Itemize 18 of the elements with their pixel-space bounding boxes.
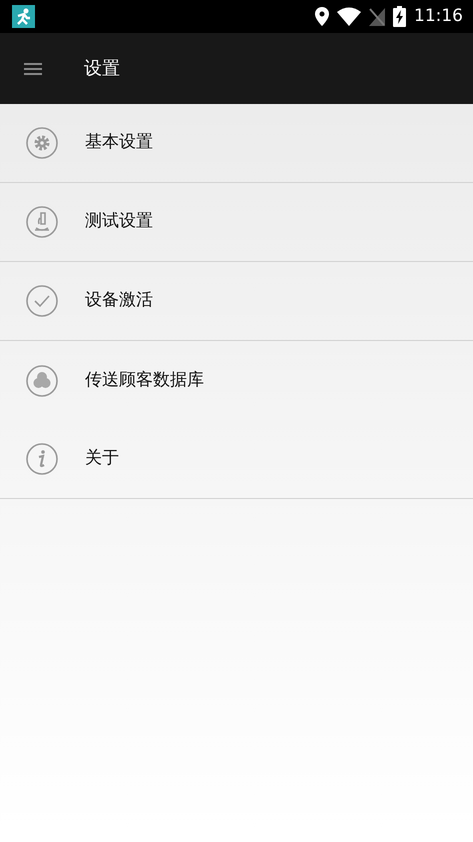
menu-item[interactable]: 测试设置	[0, 183, 473, 262]
menu-icon[interactable]	[24, 62, 42, 74]
menu-item[interactable]: 设备激活	[0, 262, 473, 341]
clock-time: 11:16	[414, 4, 463, 28]
menu-item[interactable]: 传送顾客数据库	[0, 341, 473, 420]
wifi-icon	[337, 7, 361, 26]
menu-item[interactable]: 基本设置	[0, 104, 473, 183]
circles-icon	[25, 364, 59, 398]
gear-icon	[25, 126, 59, 160]
app-icon	[12, 5, 35, 28]
screen-title: 设置	[84, 57, 120, 81]
info-icon	[25, 442, 59, 476]
battery-charging-icon	[393, 6, 406, 27]
no-sim-icon	[369, 8, 385, 26]
location-icon	[315, 7, 329, 26]
menu-item[interactable]: 关于	[0, 420, 473, 499]
microscope-icon	[25, 205, 59, 239]
check-icon	[25, 284, 59, 318]
